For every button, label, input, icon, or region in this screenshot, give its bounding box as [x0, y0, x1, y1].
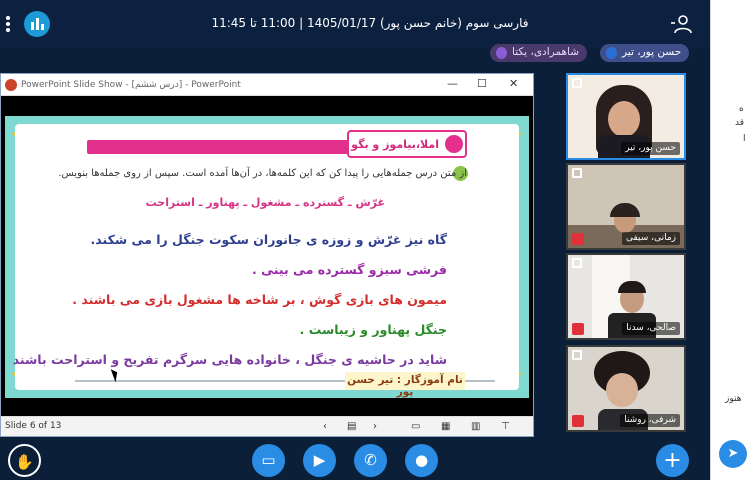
slide-counter: Slide 6 of 13: [5, 421, 62, 431]
camera-icon[interactable]: ▶: [303, 444, 336, 477]
chat-panel: ه قد ا هنوز: [710, 0, 750, 480]
camera-muted-icon: [572, 323, 584, 335]
participant-name: صالحی، سدنا: [622, 322, 680, 335]
close-icon[interactable]: ✕: [509, 77, 518, 90]
sentence: گاه نیز غرّش و زوزه ی جانوران سکوت جنگل …: [90, 232, 448, 247]
webcam-tile[interactable]: زمانی، سیفی: [566, 163, 686, 250]
sentence: شاید در حاشیه ی جنگل ، خانواده هایی سرگر…: [12, 352, 447, 367]
more-options-icon[interactable]: [4, 14, 12, 34]
send-icon[interactable]: ➤: [719, 440, 747, 468]
powerpoint-icon: [5, 79, 17, 91]
participant-name: زمانی، سیفی: [622, 232, 680, 245]
maximize-icon[interactable]: ☐: [477, 77, 487, 90]
chat-fragment: هنوز: [725, 394, 742, 404]
participant-name: شرفی، روشنا: [620, 414, 680, 427]
teacher-name: نام آموزگار : تیر حسن پور: [345, 372, 465, 398]
presentation-title: PowerPoint Slide Show - [درس ششم] - Powe…: [21, 80, 241, 90]
presentation-titlebar: PowerPoint Slide Show - [درس ششم] - Powe…: [1, 74, 533, 96]
sentence: میمون های بازی گوش ، بر شاخه ها مشغول با…: [72, 292, 447, 307]
word-list: غرّش ـ گسترده ـ مشغول ـ پهناور ـ استراحت: [145, 196, 385, 209]
speaker-chip: شاهمرادی، یکتا: [490, 44, 588, 62]
minimize-icon[interactable]: —: [447, 77, 458, 90]
slide-sorter-icon[interactable]: ▦: [441, 421, 450, 432]
share-screen-icon[interactable]: ▭: [252, 444, 285, 477]
presenter-view-icon[interactable]: ⊤: [501, 421, 510, 432]
camera-muted-icon: [572, 233, 584, 245]
microphone-icon: [496, 47, 507, 59]
webcam-tile[interactable]: حسن پور، تیر: [566, 73, 686, 160]
speaker-name: حسن پور، تیر: [622, 46, 682, 58]
webcam-tile[interactable]: شرفی، روشنا: [566, 345, 686, 432]
top-bar: فارسی سوم (خانم حسن پور) 1405/01/17 | 11…: [0, 0, 710, 48]
meeting-title: فارسی سوم (خانم حسن پور) 1405/01/17 | 11…: [211, 16, 529, 30]
sentence: جنگل پهناور و زیباست .: [299, 322, 447, 337]
presentation-window: PowerPoint Slide Show - [درس ششم] - Powe…: [0, 73, 534, 437]
flower-icon: [445, 135, 463, 153]
chat-fragment: ا: [743, 134, 746, 144]
expand-icon[interactable]: [572, 168, 582, 178]
instruction-text: از متن درس جمله‌هایی را پیدا کن که این ک…: [58, 168, 467, 179]
chat-fragment: ه: [739, 104, 744, 114]
slide-content: املا،بیاموز و بگو از متن درس جمله‌هایی ر…: [12, 124, 519, 398]
app-logo-icon: [24, 11, 50, 37]
meeting-controls: ✋ ▭ ▶ ✆ ● +: [0, 441, 710, 480]
sentence: فرشی سبزو گسترده می بینی .: [252, 262, 447, 277]
normal-view-icon[interactable]: ▭: [411, 421, 420, 432]
slide: ★ ★ ★ ★ املا،بیاموز و بگو از متن درس جمل…: [5, 116, 529, 398]
reading-view-icon[interactable]: ▥: [471, 421, 480, 432]
phone-icon[interactable]: ✆: [354, 444, 387, 477]
expand-icon[interactable]: [572, 258, 582, 268]
participant-name: حسن پور، تیر: [621, 142, 680, 155]
microphone-icon: [606, 47, 617, 59]
expand-icon[interactable]: [572, 350, 582, 360]
webcam-tile[interactable]: صالحی، سدنا: [566, 253, 686, 340]
raise-hand-icon[interactable]: ✋: [8, 444, 41, 477]
slide-area: ★ ★ ★ ★ املا،بیاموز و بگو از متن درس جمل…: [1, 96, 533, 416]
notes-icon[interactable]: ▤: [347, 421, 356, 432]
previous-slide-icon[interactable]: ‹: [323, 421, 327, 432]
next-slide-icon[interactable]: ›: [373, 421, 377, 432]
expand-icon[interactable]: [572, 78, 582, 88]
camera-muted-icon: [572, 415, 584, 427]
slide-banner: املا،بیاموز و بگو: [87, 130, 467, 158]
speaker-name: شاهمرادی، یکتا: [512, 46, 580, 58]
add-icon[interactable]: +: [656, 444, 689, 477]
users-icon[interactable]: [670, 14, 692, 34]
chat-fragment: قد: [735, 118, 745, 128]
presentation-statusbar: Slide 6 of 13 ‹ ▤ › ▭ ▦ ▥ ⊤: [1, 416, 533, 436]
speaker-chip: حسن پور، تیر: [600, 44, 690, 62]
microphone-icon[interactable]: ●: [405, 444, 438, 477]
